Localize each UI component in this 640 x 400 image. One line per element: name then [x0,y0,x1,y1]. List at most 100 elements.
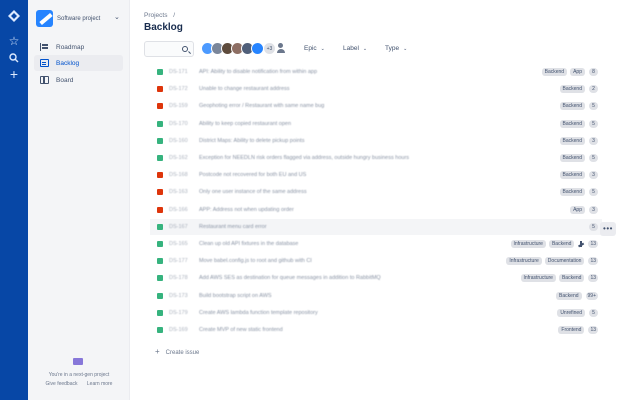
type-filter[interactable]: Type ⌄ [385,45,407,52]
issue-summary[interactable]: Postcode not recovered for both EU and U… [199,172,557,178]
issue-summary[interactable]: Build bootstrap script on AWS [199,293,553,299]
chevron-down-icon[interactable]: ⌄ [114,13,120,21]
issue-summary[interactable]: Clean up old API fixtures in the databas… [199,241,508,247]
table-row[interactable]: DS-171 API: Ability to disable notificati… [150,64,602,80]
issue-summary[interactable]: APP: Address not when updating order [199,207,567,213]
table-row[interactable]: DS-165 Clean up old API fixtures in the d… [150,236,602,252]
story-points-badge[interactable]: 5 [589,308,598,317]
issue-key[interactable]: DS-162 [169,155,199,161]
story-points-badge[interactable]: 13 [588,257,598,266]
issue-summary[interactable]: API: Ability to disable notification fro… [199,69,539,75]
issue-key[interactable]: DS-178 [169,275,199,281]
table-row[interactable]: DS-166 APP: Address not when updating ord… [150,202,602,218]
table-row[interactable]: DS-173 Build bootstrap script on AWS Backe… [150,288,602,304]
label-badge[interactable]: Backend [559,171,585,180]
story-points-badge[interactable]: 2 [589,85,598,94]
story-points-badge[interactable]: 5 [589,188,598,197]
plus-icon[interactable]: + [7,67,21,81]
story-points-badge[interactable]: 8 [589,68,598,76]
learn-more-link[interactable]: Learn more [87,381,113,387]
issue-key[interactable]: DS-168 [169,172,199,178]
story-points-badge[interactable]: 13 [588,326,598,334]
story-points-badge[interactable]: 5 [589,154,598,162]
give-feedback-link[interactable]: Give feedback [46,381,78,387]
story-points-badge[interactable]: 5 [589,102,598,111]
label-filter[interactable]: Label ⌄ [343,45,367,52]
more-avatars-button[interactable]: +3 [263,42,276,55]
breadcrumb-projects[interactable]: Projects [144,12,167,19]
sidebar-item-roadmap[interactable]: Roadmap [34,39,123,55]
table-row[interactable]: DS-170 Ability to keep copied restaurant … [150,116,602,132]
issue-summary[interactable]: Unable to change restaurant address [199,86,557,92]
table-row[interactable]: DS-169 Create MVP of new static frontend F… [150,322,602,338]
search-icon[interactable] [7,51,21,65]
issue-summary[interactable]: Ability to keep copied restaurant open [199,121,557,127]
project-name[interactable]: Software project [57,16,100,22]
label-badge[interactable]: Infrastructure [506,257,542,266]
story-points-badge[interactable]: 3 [589,171,598,180]
issue-summary[interactable]: Create AWS lambda function template repo… [199,310,554,316]
issue-summary[interactable]: Create MVP of new static frontend [199,327,555,333]
table-row[interactable]: DS-162 Exception for NEEDLN risk orders f… [150,150,602,166]
table-row[interactable]: DS-177 Move babel.config.js to root and g… [150,253,602,269]
story-points-badge[interactable]: 3 [589,205,598,214]
label-badge[interactable]: Backend [559,102,585,111]
story-points-badge[interactable]: 3 [589,136,598,145]
issue-key[interactable]: DS-163 [169,189,199,195]
epic-filter[interactable]: Epic ⌄ [304,45,325,52]
table-row[interactable]: DS-159 Geophoting error / Restaurant with… [150,98,602,114]
label-badge[interactable]: Backend [541,68,568,76]
label-badge[interactable]: Infrastructure [510,240,546,248]
issue-key[interactable]: DS-179 [169,310,199,316]
label-badge[interactable]: Backend [548,240,575,248]
label-badge[interactable]: Backend [559,119,585,128]
story-points-badge[interactable]: 13 [588,274,598,283]
issue-summary[interactable]: Only one user instance of the same addre… [199,189,557,195]
label-badge[interactable]: Documentation [544,257,585,266]
issue-key[interactable]: DS-160 [169,138,199,144]
issue-summary[interactable]: Restaurant menu card error [199,224,585,230]
table-row[interactable]: DS-163 Only one user instance of the same… [150,184,602,200]
issue-key[interactable]: DS-165 [169,241,199,247]
add-people-icon[interactable] [277,43,288,54]
sidebar-item-board[interactable]: Board [34,72,123,88]
issue-summary[interactable]: Geophoting error / Restaurant with same … [199,103,557,109]
label-badge[interactable]: App [570,68,585,76]
issue-key[interactable]: DS-177 [169,258,199,264]
jira-logo-icon[interactable] [7,9,21,23]
issue-summary[interactable]: District Maps: Ability to delete pickup … [199,138,557,144]
issue-summary[interactable]: Add AWS SES as destination for queue mes… [199,275,518,281]
issue-summary[interactable]: Move babel.config.js to root and github … [199,258,503,264]
label-badge[interactable]: Infrastructure [520,274,556,283]
story-points-badge[interactable]: 5 [589,222,598,231]
issue-key[interactable]: DS-173 [169,293,199,299]
label-badge[interactable]: Backend [559,154,585,162]
table-row[interactable]: DS-168 Postcode not recovered for both EU… [150,167,602,183]
story-points-badge[interactable]: 13 [588,240,598,248]
sidebar-item-backlog[interactable]: Backlog [34,55,123,71]
issue-key[interactable]: DS-172 [169,86,199,92]
label-badge[interactable]: Backend [556,291,582,300]
issue-key[interactable]: DS-159 [169,103,199,109]
issue-key[interactable]: DS-167 [169,224,199,230]
label-badge[interactable]: Backend [559,188,585,197]
issue-key[interactable]: DS-171 [169,69,199,75]
label-badge[interactable]: Backend [559,136,585,145]
label-badge[interactable]: Backend [559,85,585,94]
label-badge[interactable]: Unrefined [557,308,585,317]
create-issue-button[interactable]: + Create issue [155,347,199,356]
issue-key[interactable]: DS-166 [169,207,199,213]
issue-key[interactable]: DS-169 [169,327,199,333]
story-points-badge[interactable]: 5 [589,119,598,128]
table-row[interactable]: DS-160 District Maps: Ability to delete p… [150,133,602,149]
label-badge[interactable]: Frontend [558,326,585,334]
issue-key[interactable]: DS-170 [169,121,199,127]
more-actions-button[interactable]: ••• [600,222,616,236]
label-badge[interactable]: App [570,205,585,214]
table-row[interactable]: DS-172 Unable to change restaurant addres… [150,81,602,97]
table-row[interactable]: DS-167 Restaurant menu card error 5 [150,218,602,235]
star-icon[interactable]: ☆ [7,34,21,48]
issue-summary[interactable]: Exception for NEEDLN risk orders flagged… [199,155,557,161]
table-row[interactable]: DS-178 Add AWS SES as destination for que… [150,270,602,286]
search-input[interactable] [144,41,194,57]
